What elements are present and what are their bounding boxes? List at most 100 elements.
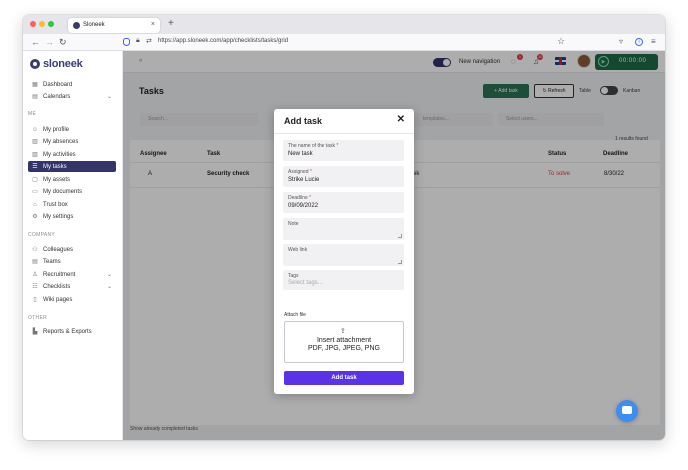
sidebar-item-trust-box[interactable]: ⌂ Trust box	[28, 199, 116, 210]
sidebar-item-label: My documents	[43, 188, 83, 195]
close-window-button[interactable]	[30, 21, 36, 27]
sidebar-item-recruitment[interactable]: ♙ Recruitment ⌄	[28, 269, 116, 280]
address-bar[interactable]: https://app.sloneek.com/app/checklists/t…	[158, 38, 288, 44]
note-label: Note	[288, 221, 299, 227]
sloneek-logo-icon	[30, 59, 40, 69]
field-label-wrap: The name of the task *	[288, 143, 338, 149]
task-name-value: New task	[288, 151, 313, 157]
required-mark: *	[309, 169, 312, 175]
sidebar-item-my-tasks[interactable]: ☰ My tasks	[28, 161, 116, 172]
sidebar-item-checklists[interactable]: ☷ Checklists ⌄	[28, 281, 116, 292]
resize-handle[interactable]	[398, 234, 402, 238]
field-label-wrap: Assigned *	[288, 169, 312, 175]
tags-placeholder: Select tags...	[288, 280, 323, 286]
required-mark: *	[336, 143, 339, 149]
sidebar-item-my-activities[interactable]: ▧ My activities	[28, 149, 116, 160]
dropzone-title: Insert attachment	[316, 337, 372, 344]
sidebar-item-label: Dashboard	[43, 81, 73, 88]
support-chat-icon[interactable]	[616, 400, 638, 422]
resize-handle[interactable]	[398, 260, 402, 264]
new-tab-icon[interactable]: +	[168, 18, 174, 29]
deadline-label: Deadline	[288, 195, 308, 201]
sidebar-item-my-absences[interactable]: ▥ My absences	[28, 136, 116, 147]
browser-tab-bar: Sloneek × +	[23, 15, 665, 34]
reload-icon[interactable]: ↻	[59, 37, 67, 48]
dialog-title: Add task	[284, 116, 323, 126]
sidebar-item-my-assets[interactable]: ▢ My assets	[28, 174, 116, 185]
bookmark-star-icon[interactable]: ☆	[557, 36, 565, 47]
checklist-icon: ☷	[32, 284, 38, 290]
chevron-down-icon: ⌄	[106, 94, 112, 100]
assigned-value: Strike Lucie	[288, 177, 320, 183]
sidebar: sloneek ▦ Dashboard ▤ Calendars ⌄ ME ☺ M…	[23, 51, 123, 440]
web-link-label: Web link	[288, 247, 308, 253]
sloneek-favicon-icon	[73, 22, 80, 29]
tags-label: Tags	[288, 273, 299, 279]
maximize-window-button[interactable]	[48, 21, 54, 27]
sidebar-item-label: My activities	[43, 151, 76, 158]
sidebar-item-label: Reports & Exports	[43, 328, 92, 335]
sidebar-item-dashboard[interactable]: ▦ Dashboard	[28, 79, 116, 90]
sidebar-item-calendars[interactable]: ▤ Calendars ⌄	[28, 91, 116, 102]
note-field[interactable]: Note	[283, 218, 404, 240]
task-name-label: The name of the task	[288, 143, 335, 149]
deadline-value: 09/09/2022	[288, 203, 319, 209]
sidebar-item-label: Checklists	[43, 283, 71, 290]
report-icon: ▙	[32, 329, 38, 335]
attach-file-label: Attach file	[284, 312, 306, 318]
assigned-field[interactable]: Assigned * Strike Lucie	[283, 166, 404, 187]
user-icon: ☺	[31, 126, 39, 133]
web-link-field[interactable]: Web link	[283, 244, 404, 266]
sidebar-item-label: Teams	[43, 258, 61, 265]
sidebar-item-my-profile[interactable]: ☺ My profile	[28, 124, 116, 135]
back-arrow-icon[interactable]: ←	[31, 37, 40, 47]
sidebar-item-colleagues[interactable]: ⚇ Colleagues	[28, 244, 116, 255]
sidebar-item-my-settings[interactable]: ⚙ My settings	[28, 211, 116, 222]
browser-window: Sloneek × + ← → ↻ 🔒︎ ⇄ https://app.slone…	[23, 15, 665, 440]
sidebar-item-label: Recruitment	[43, 271, 76, 278]
absence-icon: ▥	[32, 139, 38, 145]
pocket-icon[interactable]: ▿	[619, 37, 623, 46]
lock-icon[interactable]: 🔒︎	[136, 37, 140, 45]
deadline-field[interactable]: Deadline * 09/09/2022	[283, 192, 404, 213]
sidebar-item-label: Trust box	[43, 201, 68, 208]
brand-name: sloneek	[43, 58, 83, 70]
menu-icon[interactable]: ≡	[651, 37, 656, 46]
tasks-icon: ☰	[32, 164, 38, 170]
teams-icon: ▤	[32, 259, 38, 265]
submit-add-task-button[interactable]: Add task	[284, 371, 404, 385]
recruitment-icon: ♙	[32, 272, 38, 278]
section-heading-other: OTHER	[28, 315, 47, 321]
browser-tab[interactable]: Sloneek ×	[68, 18, 160, 33]
tab-close-icon[interactable]: ×	[151, 21, 155, 28]
tracking-shield-icon[interactable]	[123, 38, 130, 46]
task-name-field[interactable]: The name of the task * New task	[283, 140, 404, 161]
section-heading-company: COMPANY	[28, 232, 56, 238]
upload-icon: ⇪	[340, 328, 346, 335]
minimize-window-button[interactable]	[39, 21, 45, 27]
brand-logo[interactable]: sloneek	[30, 58, 83, 70]
sidebar-item-teams[interactable]: ▤ Teams	[28, 256, 116, 267]
sidebar-item-wiki-pages[interactable]: ▯ Wiki pages	[28, 294, 116, 305]
sidebar-item-my-documents[interactable]: ▭ My documents	[28, 186, 116, 197]
close-icon[interactable]: ✕	[397, 114, 405, 125]
tab-title: Sloneek	[83, 22, 105, 28]
assigned-label: Assigned	[288, 169, 309, 175]
required-mark: *	[309, 195, 312, 201]
chevron-down-icon: ⌄	[106, 284, 112, 290]
dropzone-formats: PDF, JPG, JPEG, PNG	[308, 345, 380, 352]
sidebar-item-label: My absences	[43, 138, 79, 145]
sidebar-item-reports-exports[interactable]: ▙ Reports & Exports	[28, 326, 116, 337]
forward-arrow-icon[interactable]: →	[45, 37, 54, 47]
asset-icon: ▢	[32, 177, 38, 183]
sidebar-item-label: Wiki pages	[43, 296, 73, 303]
activity-icon: ▧	[32, 152, 38, 158]
chevron-down-icon: ⌄	[106, 272, 112, 278]
sidebar-item-label: My tasks	[43, 163, 67, 170]
account-icon[interactable]: i	[635, 38, 643, 46]
attachment-dropzone[interactable]: ⇪ Insert attachment PDF, JPG, JPEG, PNG	[284, 321, 404, 363]
document-icon: ▭	[32, 189, 38, 195]
field-label-wrap: Deadline *	[288, 195, 311, 201]
tags-field[interactable]: Tags Select tags...	[283, 270, 404, 290]
permissions-icon[interactable]: ⇄	[146, 37, 152, 45]
